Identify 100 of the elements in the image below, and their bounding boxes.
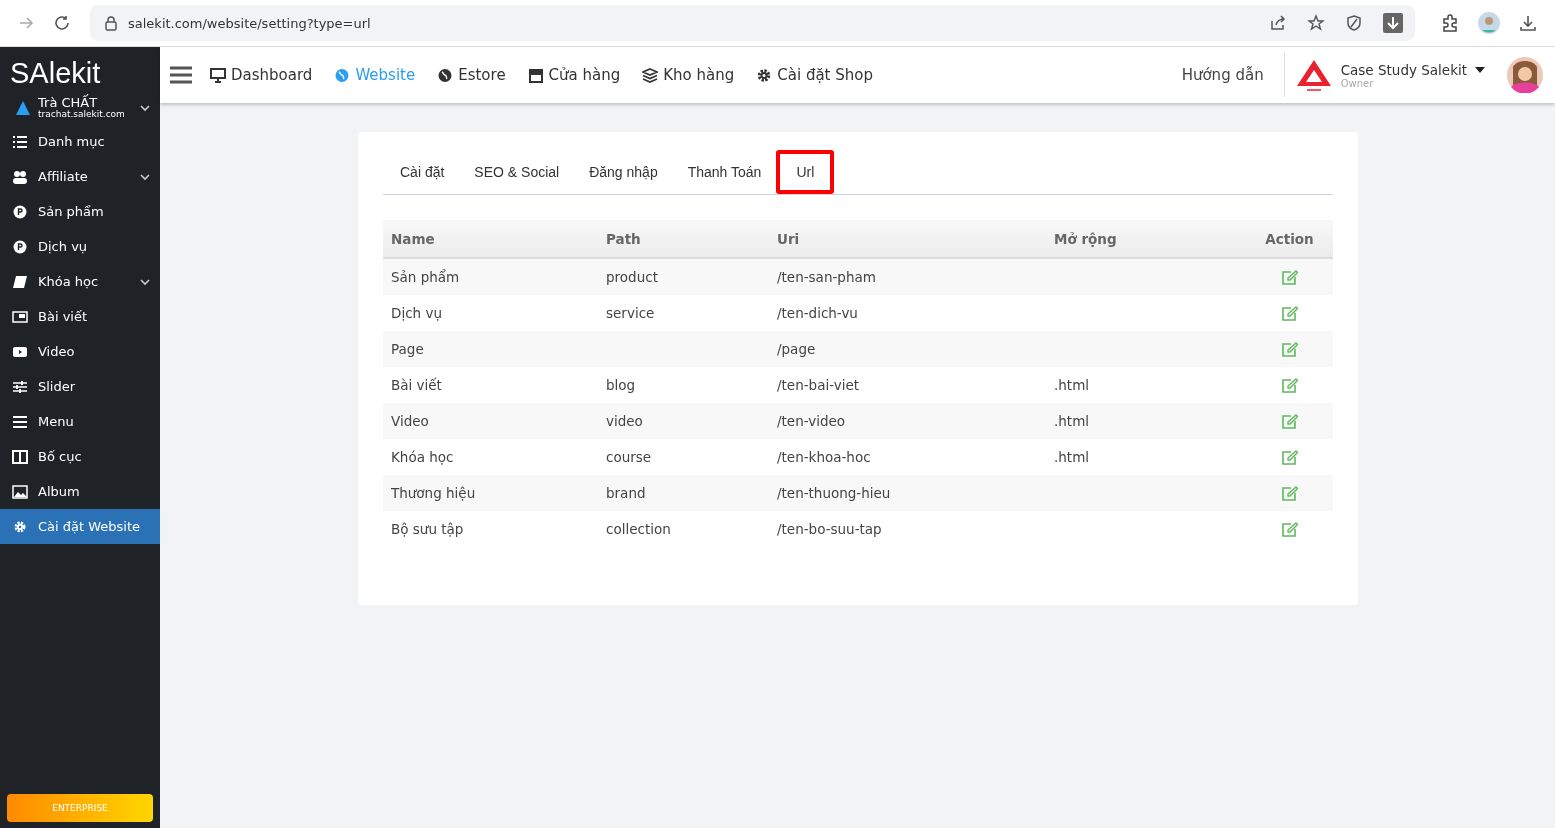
tab[interactable]: Url (776, 150, 835, 194)
nav-link[interactable]: Kho hàng (642, 66, 735, 84)
chevron-icon (140, 172, 150, 181)
edit-icon[interactable] (1281, 449, 1298, 465)
table-cell-text: Video (390, 413, 430, 429)
tab[interactable]: SEO & Social (459, 150, 575, 194)
table-cell-text: /ten-san-pham (776, 269, 877, 285)
logo[interactable]: SAlekit (0, 47, 160, 92)
shop-name: Trà CHẤT (38, 96, 98, 111)
shop-logo-icon (14, 100, 32, 116)
nav-icon (642, 67, 659, 83)
table-cell-text: /ten-bai-viet (776, 377, 860, 393)
menu-item-icon (12, 169, 28, 184)
table-cell-text: /ten-thuong-hieu (776, 485, 892, 501)
menu-item-icon (12, 309, 28, 324)
table-cell-text: product (605, 269, 659, 285)
nav-link[interactable]: Estore (437, 66, 506, 84)
menu-item-icon (12, 519, 28, 534)
table-cell-text: /ten-bo-suu-tap (776, 521, 883, 537)
edit-icon[interactable] (1281, 485, 1298, 501)
star-icon[interactable] (1307, 14, 1325, 32)
nav-icon (527, 67, 544, 83)
column-header: Path (605, 230, 642, 247)
edit-icon[interactable] (1281, 269, 1298, 285)
puzzle-icon[interactable] (1440, 13, 1460, 33)
table-cell-text: Khóa học (390, 449, 455, 465)
edit-icon[interactable] (1281, 305, 1298, 321)
menu-item-icon (12, 379, 28, 394)
sidebar-item[interactable]: Bài viết (0, 299, 160, 334)
table-cell-text: .html (1053, 413, 1091, 429)
table-cell-text: course (605, 449, 653, 465)
address-bar[interactable]: salekit.com/website/setting?type=url (90, 5, 1415, 41)
edit-icon[interactable] (1281, 413, 1298, 429)
table-cell-text: video (605, 413, 644, 429)
sidebar-item[interactable]: Khóa học (0, 264, 160, 299)
table-cell-text: .html (1053, 449, 1091, 465)
nav-link[interactable]: Cửa hàng (527, 66, 621, 84)
download-icon[interactable] (1518, 13, 1538, 33)
table-cell-text: /ten-dich-vu (776, 305, 859, 321)
brand-logo (1294, 58, 1333, 92)
menu-icon[interactable] (170, 66, 192, 84)
table-cell-text: Thương hiệu (390, 485, 477, 501)
reload-icon[interactable] (53, 14, 71, 32)
edit-icon[interactable] (1281, 377, 1298, 393)
edit-icon[interactable] (1281, 341, 1298, 357)
menu-item-icon (12, 449, 28, 464)
table-cell-text: /ten-video (776, 413, 847, 429)
nav-icon (210, 67, 226, 83)
account-menu[interactable]: Case Study Salekit Owner (1340, 61, 1485, 89)
download-icon[interactable] (1383, 13, 1403, 33)
column-header: Uri (776, 230, 801, 247)
profile-avatar[interactable] (1478, 12, 1500, 34)
table-cell-text: Dịch vụ (390, 305, 443, 321)
table-cell-text: service (605, 305, 656, 321)
menu-item-icon (12, 204, 28, 219)
sidebar-item[interactable]: Cài đặt Website (0, 509, 160, 544)
shop-switcher[interactable]: Trà CHẤT trachat.salekit.com (0, 92, 160, 124)
sidebar-item[interactable]: Sản phẩm (0, 194, 160, 229)
sidebar-item[interactable]: Affiliate (0, 159, 160, 194)
chevron-icon (140, 277, 150, 286)
share-icon[interactable] (1269, 14, 1287, 32)
sidebar-item[interactable]: Slider (0, 369, 160, 404)
table-cell-text: Sản phẩm (390, 269, 461, 285)
user-avatar[interactable] (1507, 57, 1543, 93)
table-cell-text: Bộ sưu tập (390, 521, 465, 537)
nav-icon (756, 67, 773, 83)
sidebar-item[interactable]: Album (0, 474, 160, 509)
help-link[interactable]: Hướng dẫn (1181, 66, 1264, 84)
table-cell-text: brand (605, 485, 647, 501)
column-header: Name (390, 230, 436, 247)
nav-link[interactable]: Cài đặt Shop (756, 66, 873, 84)
sidebar-item[interactable]: Video (0, 334, 160, 369)
table-cell-text: blog (605, 377, 637, 393)
menu-item-icon (12, 134, 28, 149)
nav-icon (334, 67, 351, 83)
column-header: Mở rộng (1053, 230, 1118, 247)
nav-icon (437, 67, 454, 83)
table-cell-text: Bài viết (390, 377, 443, 393)
menu-item-icon (12, 239, 28, 254)
tab[interactable]: Cài đặt (385, 150, 460, 194)
table-cell-text: /ten-khoa-hoc (776, 449, 872, 465)
chevron-icon (140, 104, 150, 112)
menu-item-icon (12, 414, 28, 429)
sidebar-item[interactable]: Menu (0, 404, 160, 439)
sidebar-item[interactable]: Dịch vụ (0, 229, 160, 264)
tab[interactable]: Đăng nhập (574, 150, 673, 194)
table-cell-text: Page (390, 341, 425, 357)
url-text: salekit.com/website/setting?type=url (128, 15, 371, 31)
menu-item-icon (12, 274, 28, 289)
nav-link[interactable]: Dashboard (210, 66, 313, 84)
menu-item-icon (12, 344, 28, 359)
shop-domain: trachat.salekit.com (38, 110, 126, 120)
edit-icon[interactable] (1281, 521, 1298, 537)
caret-icon (1475, 66, 1485, 73)
column-header: Action (1264, 230, 1315, 247)
table-cell-text: .html (1053, 377, 1091, 393)
shield-icon[interactable] (1345, 14, 1363, 32)
sidebar-item[interactable]: Danh mục (0, 124, 160, 159)
sidebar-item[interactable]: Bố cục (0, 439, 160, 474)
tab[interactable]: Thanh Toán (672, 150, 777, 194)
